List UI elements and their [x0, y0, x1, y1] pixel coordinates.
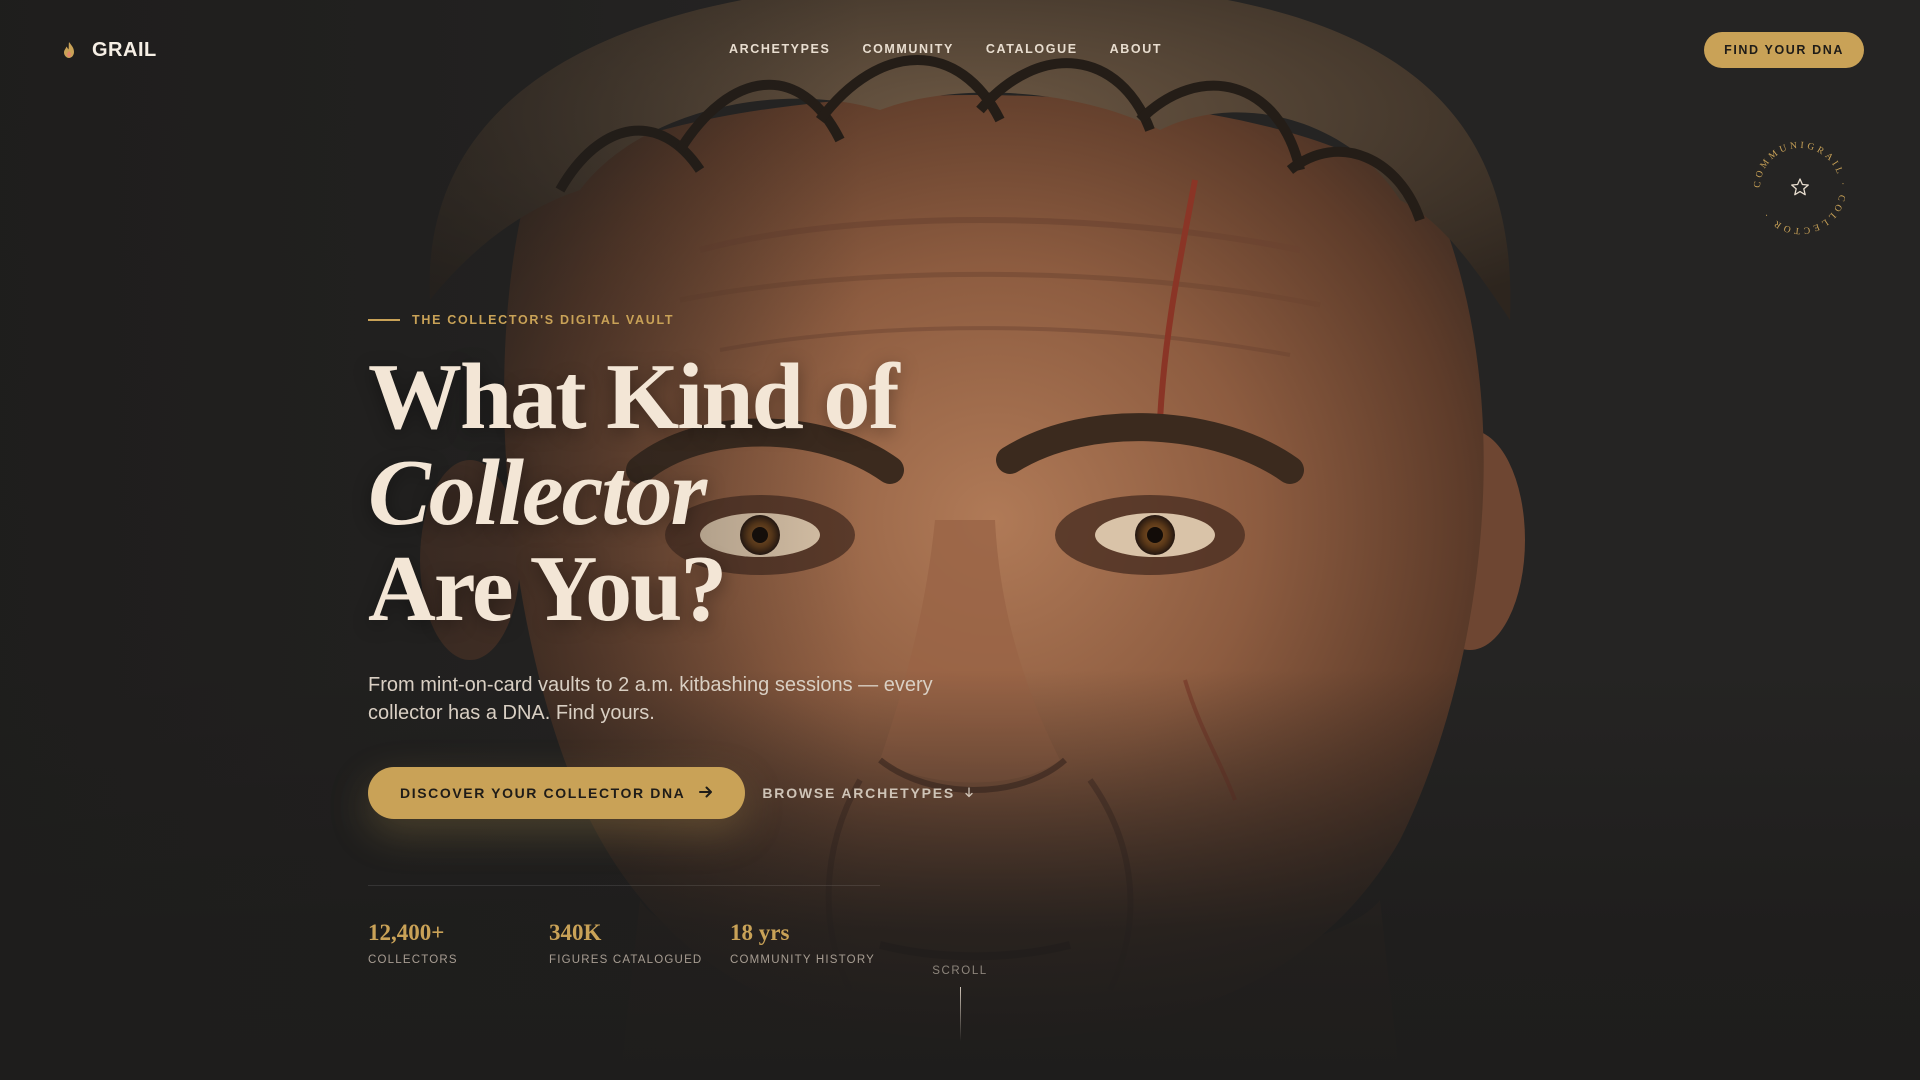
stat-label: COLLECTORS: [368, 954, 458, 966]
nav-link-catalogue[interactable]: CATALOGUE: [986, 42, 1078, 56]
stat-value: 18 yrs: [730, 920, 790, 945]
stats-divider: [368, 885, 880, 886]
browse-archetypes-label: BROWSE ARCHETYPES: [762, 785, 956, 801]
primary-nav: ARCHETYPES COMMUNITY CATALOGUE ABOUT: [729, 42, 1162, 56]
discover-dna-label: DISCOVER YOUR COLLECTOR DNA: [400, 785, 686, 801]
headline-line-1: What Kind of: [368, 345, 900, 449]
eyebrow-rule: [368, 319, 400, 321]
top-nav: GRAIL ARCHETYPES COMMUNITY CATALOGUE ABO…: [0, 0, 1920, 100]
find-your-dna-button[interactable]: FIND YOUR DNA: [1704, 32, 1864, 68]
eyebrow-text: THE COLLECTOR'S DIGITAL VAULT: [412, 313, 675, 327]
nav-link-about[interactable]: ABOUT: [1110, 42, 1162, 56]
scroll-label: SCROLL: [932, 965, 988, 977]
flame-icon: [60, 41, 78, 59]
stat-label: FIGURES CATALOGUED: [549, 954, 703, 966]
svg-text:COMMUNIGRAIL · COLLECTOR ·: COMMUNIGRAIL · COLLECTOR ·: [1753, 141, 1847, 235]
star-icon: [1791, 178, 1809, 196]
stat-figures: 340K FIGURES CATALOGUED: [549, 920, 730, 966]
stat-collectors: 12,400+ COLLECTORS: [368, 920, 549, 966]
hero-headline: What Kind of Collector Are You?: [368, 349, 1068, 637]
headline-line-2: Collector: [368, 441, 707, 545]
browse-archetypes-button[interactable]: BROWSE ARCHETYPES: [762, 785, 973, 801]
scroll-indicator[interactable]: SCROLL: [932, 965, 988, 1041]
community-seal-badge: COMMUNIGRAIL · COLLECTOR ·: [1745, 133, 1855, 243]
hero-eyebrow: THE COLLECTOR'S DIGITAL VAULT: [368, 313, 1068, 327]
hero-subcopy: From mint-on-card vaults to 2 a.m. kitba…: [368, 674, 933, 724]
hero-actions: DISCOVER YOUR COLLECTOR DNA BROWSE ARCHE…: [368, 767, 1068, 819]
headline-line-3: Are You?: [368, 537, 727, 641]
hero-section: THE COLLECTOR'S DIGITAL VAULT What Kind …: [368, 313, 1068, 819]
stat-value: 340K: [549, 920, 602, 945]
stats-row: 12,400+ COLLECTORS 340K FIGURES CATALOGU…: [368, 920, 911, 966]
arrow-right-icon: [699, 785, 713, 801]
stat-label: COMMUNITY HISTORY: [730, 954, 875, 966]
stat-history: 18 yrs COMMUNITY HISTORY: [730, 920, 911, 966]
arrow-down-icon: [965, 785, 973, 801]
seal-text: COMMUNIGRAIL · COLLECTOR ·: [1753, 141, 1844, 235]
brand-logo[interactable]: GRAIL: [60, 39, 157, 62]
discover-dna-button[interactable]: DISCOVER YOUR COLLECTOR DNA: [368, 767, 746, 819]
nav-link-archetypes[interactable]: ARCHETYPES: [729, 42, 830, 56]
nav-link-community[interactable]: COMMUNITY: [862, 42, 953, 56]
brand-name: GRAIL: [92, 38, 157, 61]
scroll-line: [959, 987, 961, 1041]
stat-value: 12,400+: [368, 920, 445, 945]
